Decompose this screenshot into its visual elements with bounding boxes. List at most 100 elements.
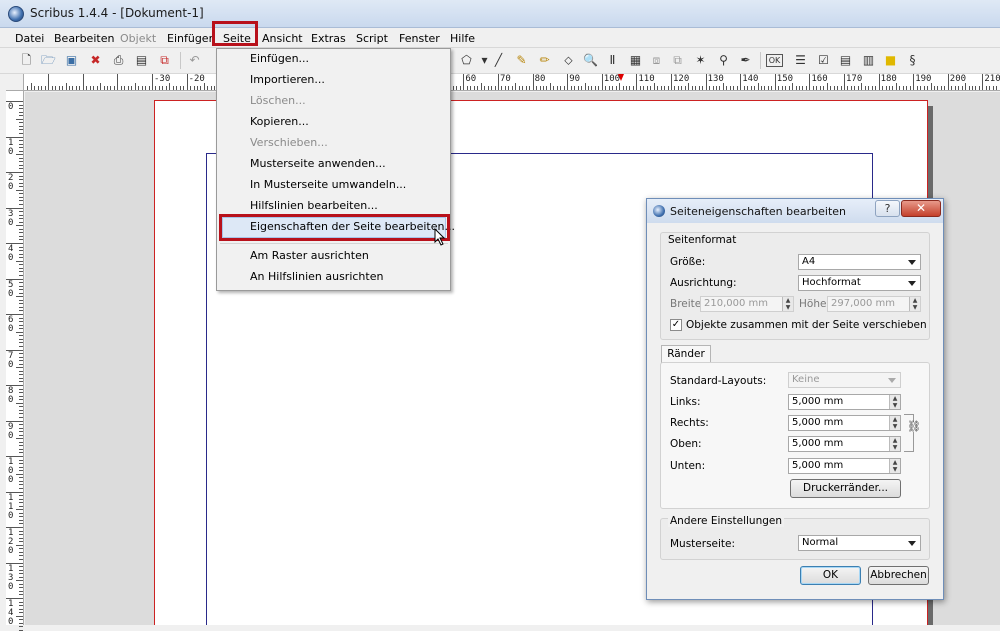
copy-properties-icon[interactable]: ⚲ (715, 52, 732, 69)
new-document-icon[interactable]: 🗋 (18, 52, 35, 69)
menu-ansicht[interactable]: Ansicht (262, 31, 303, 46)
spin-down-icon[interactable]: ▼ (909, 304, 920, 311)
menu-objekt[interactable]: Objekt (120, 31, 156, 46)
spin-down-icon[interactable]: ▼ (889, 402, 900, 409)
ruler-tick (19, 111, 23, 113)
menu-script[interactable]: Script (356, 31, 388, 46)
layouts-select[interactable]: Keine (788, 372, 901, 388)
cancel-button[interactable]: Abbrechen (868, 566, 929, 585)
ruler-tick (19, 466, 23, 468)
spin-down-icon[interactable]: ▼ (889, 444, 900, 451)
ruler-tick (19, 175, 23, 177)
ruler-tick (19, 374, 23, 376)
unten-field[interactable]: 5,000 mm ▲ ▼ (788, 458, 901, 474)
height-field[interactable]: 297,000 mm ▲ ▼ (827, 296, 921, 312)
move-objects-checkbox[interactable]: ✓ (670, 319, 682, 331)
close-button[interactable]: ✕ (901, 200, 941, 217)
ruler-tick (19, 495, 23, 497)
chevron-down-icon (888, 378, 896, 383)
edit-text-icon[interactable]: Ⅱ (604, 52, 621, 69)
tab-raender[interactable]: Ränder (661, 345, 711, 363)
pdf-listbox-icon[interactable]: ▥ (860, 52, 877, 69)
spin-down-icon[interactable]: ▼ (782, 304, 793, 311)
story-editor-icon[interactable]: ▦ (627, 52, 644, 69)
links-field[interactable]: 5,000 mm ▲ ▼ (788, 394, 901, 410)
menu-item-an-hilfslinien-ausrichten[interactable]: An Hilfslinien ausrichten (250, 269, 383, 285)
ruler-tick (16, 367, 23, 369)
open-icon[interactable]: 🗁 (40, 52, 57, 69)
ruler-tick (19, 395, 23, 397)
link-frames-icon[interactable]: ⧈ (648, 52, 665, 69)
ruler-tick (51, 86, 53, 90)
ruler-tick (19, 573, 23, 575)
ruler-tick (778, 86, 780, 90)
menu-item-loeschen[interactable]: Löschen... (250, 93, 306, 109)
spin-up-icon[interactable]: ▲ (889, 437, 900, 444)
rechts-field[interactable]: 5,000 mm ▲ ▼ (788, 415, 901, 431)
line-icon[interactable]: ╱ (490, 52, 507, 69)
spin-up-icon[interactable]: ▲ (889, 395, 900, 402)
print-icon[interactable]: ⎙ (110, 52, 127, 69)
printer-margins-button[interactable]: Druckerränder... (790, 479, 901, 498)
ruler-tick (19, 452, 23, 454)
zoom-icon[interactable]: 🔍 (582, 52, 599, 69)
pdf-text-field-icon[interactable]: ☰ (792, 52, 809, 69)
oben-field[interactable]: 5,000 mm ▲ ▼ (788, 436, 901, 452)
vertical-ruler[interactable]: 0 10 20 30 40 50 60 70 80 90 100 110 120 130 140 (6, 91, 24, 631)
rotate-icon[interactable]: ⬦ (560, 52, 577, 69)
ruler-label: 80 (8, 386, 14, 405)
menu-item-kopieren[interactable]: Kopieren... (250, 114, 309, 130)
orientation-select[interactable]: Hochformat (798, 275, 921, 291)
spin-up-icon[interactable]: ▲ (889, 459, 900, 466)
menu-item-in-musterseite-umwandeln[interactable]: In Musterseite umwandeln... (250, 177, 406, 193)
size-select[interactable]: A4 (798, 254, 921, 270)
menu-bearbeiten[interactable]: Bearbeiten (54, 31, 114, 46)
menu-einfuegen[interactable]: Einfügen (167, 31, 216, 46)
save-icon[interactable]: ▣ (63, 52, 80, 69)
ruler-tick (19, 377, 23, 379)
ruler-tick (19, 342, 23, 344)
pdf-combobox-icon[interactable]: ▤ (837, 52, 854, 69)
scribus-app-icon[interactable] (8, 6, 24, 22)
horizontal-ruler[interactable]: -30-20-100102030405060708090100110120130… (24, 74, 1000, 91)
pdf-annotation-icon[interactable]: ■ (882, 52, 899, 69)
menu-item-verschieben[interactable]: Verschieben... (250, 135, 328, 151)
freehand-icon[interactable]: ✏ (536, 52, 553, 69)
menu-item-einfuegen[interactable]: Einfügen... (250, 51, 309, 67)
menu-extras[interactable]: Extras (311, 31, 346, 46)
menu-datei[interactable]: Datei (15, 31, 44, 46)
unlink-frames-icon[interactable]: ⧉ (669, 52, 686, 69)
spin-up-icon[interactable]: ▲ (889, 416, 900, 423)
menu-item-am-raster-ausrichten[interactable]: Am Raster ausrichten (250, 248, 369, 264)
undo-icon[interactable]: ↶ (186, 52, 203, 69)
width-field[interactable]: 210,000 mm ▲ ▼ (700, 296, 794, 312)
bezier-icon[interactable]: ✎ (513, 52, 530, 69)
ruler-tick (612, 86, 614, 90)
menu-item-importieren[interactable]: Importieren... (250, 72, 325, 88)
ruler-tick (113, 86, 115, 90)
export-pdf-icon[interactable]: ⧉ (156, 52, 173, 69)
measure-icon[interactable]: ✶ (692, 52, 709, 69)
ruler-tick (19, 306, 23, 308)
pdf-push-button-icon[interactable]: OK (766, 54, 783, 67)
spin-down-icon[interactable]: ▼ (889, 466, 900, 473)
musterseite-select[interactable]: Normal (798, 535, 921, 551)
pdf-checkbox-icon[interactable]: ☑ (815, 52, 832, 69)
spin-up-icon[interactable]: ▲ (782, 297, 793, 304)
menu-item-musterseite-anwenden[interactable]: Musterseite anwenden... (250, 156, 386, 172)
eyedropper-icon[interactable]: ✒ (737, 52, 754, 69)
spin-up-icon[interactable]: ▲ (909, 297, 920, 304)
ruler-tick (6, 491, 23, 493)
spin-down-icon[interactable]: ▼ (889, 423, 900, 430)
pdf-link-icon[interactable]: § (904, 52, 921, 69)
close-document-icon[interactable]: ✖ (87, 52, 104, 69)
ruler-label: 60 (8, 315, 14, 334)
menu-fenster[interactable]: Fenster (399, 31, 440, 46)
chain-link-icon[interactable]: ⛓ (907, 421, 921, 432)
polygon-icon[interactable]: ⬠ (458, 52, 475, 69)
menu-item-hilfslinien-bearbeiten[interactable]: Hilfslinien bearbeiten... (250, 198, 378, 214)
menu-hilfe[interactable]: Hilfe (450, 31, 475, 46)
preflight-icon[interactable]: ▤ (133, 52, 150, 69)
help-button[interactable]: ? (875, 200, 900, 217)
ok-button[interactable]: OK (800, 566, 861, 585)
